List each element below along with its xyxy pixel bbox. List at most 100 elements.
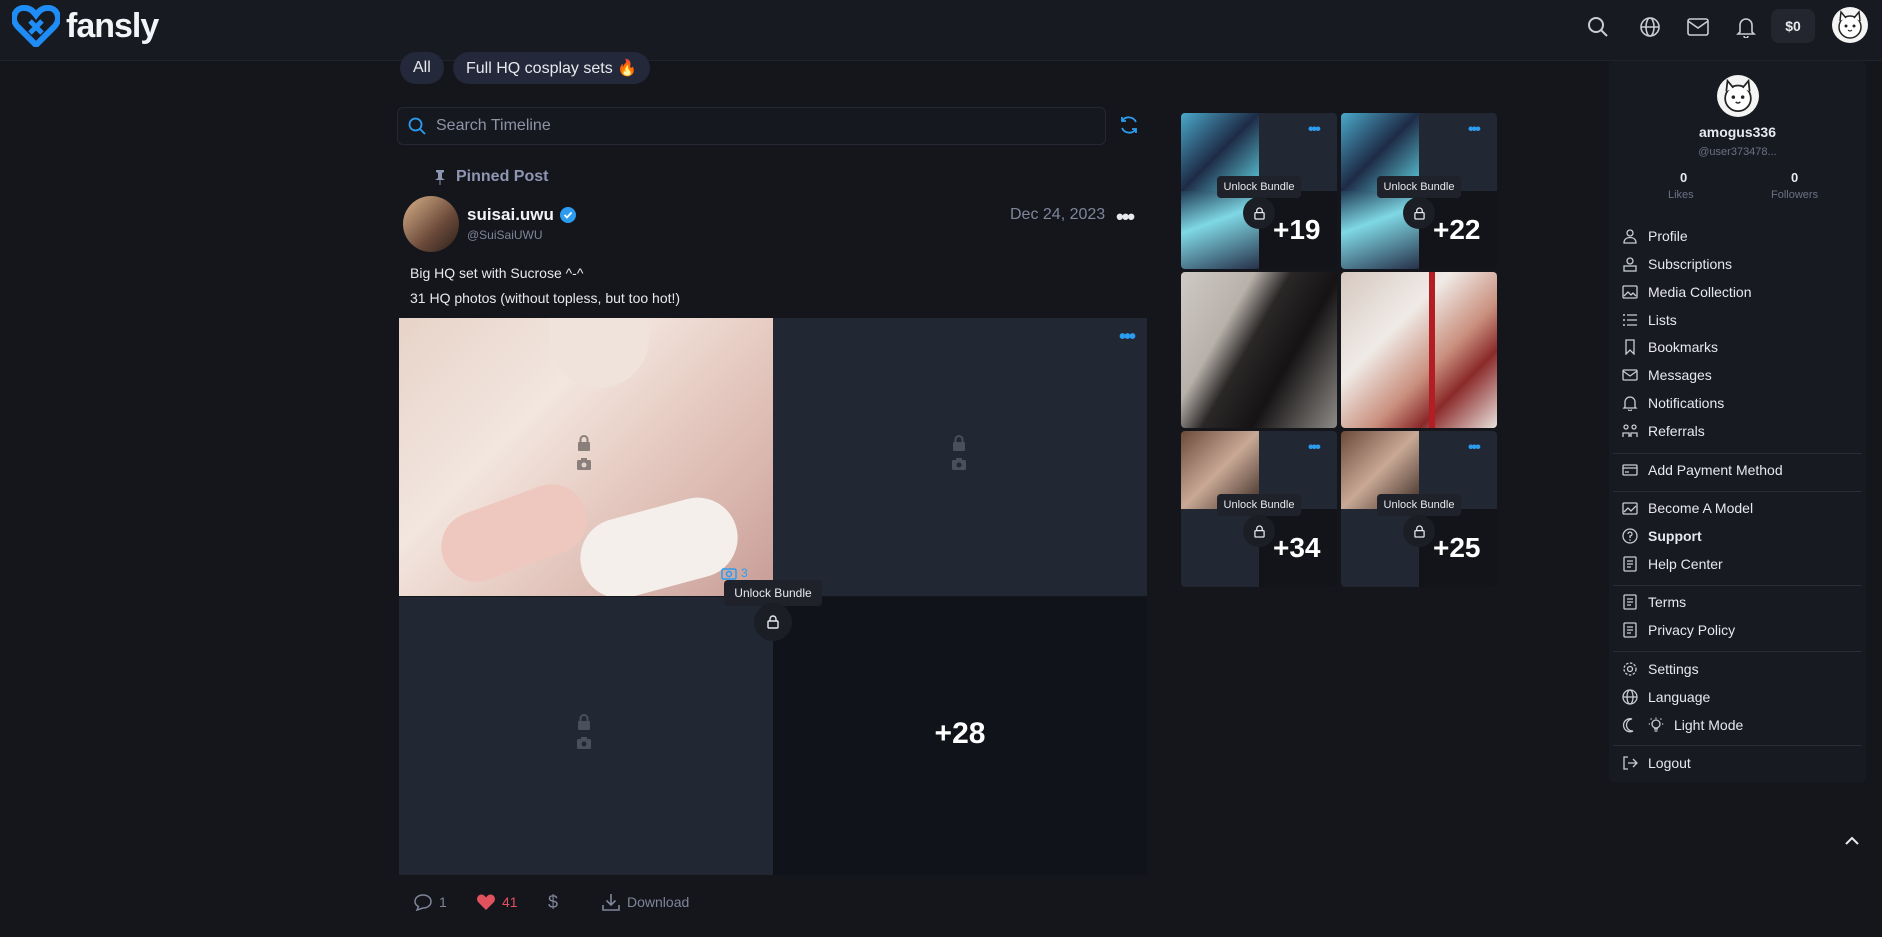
media-more-button[interactable]: ••• [1308,440,1321,456]
menu-language[interactable]: Language [1622,685,1710,709]
panel-username[interactable]: amogus336 [1609,124,1866,140]
post-more-button[interactable]: ••• [1116,204,1135,230]
menu-divider [1613,651,1862,652]
document-icon [1623,622,1637,638]
post-caption: Big HQ set with Sucrose ^-^ 31 HQ photos… [410,261,680,311]
unlock-lock-button[interactable] [754,603,792,641]
menu-become-model[interactable]: Become A Model [1622,496,1753,520]
credit-card-icon [1622,464,1638,476]
download-button[interactable]: Download [601,891,689,913]
brand-name: fansly [66,6,159,45]
scroll-to-top-icon[interactable] [1840,829,1864,853]
media-bundle-card[interactable]: ••• +19 Unlock Bundle [1181,113,1337,269]
media-bundle-card[interactable]: ••• +34 Unlock Bundle [1181,431,1337,587]
menu-terms[interactable]: Terms [1622,590,1686,614]
menu-media-collection[interactable]: Media Collection [1622,280,1752,304]
menu-label: Terms [1648,594,1687,610]
bundle-count-badge: 3 [721,566,748,580]
search-icon [408,117,426,135]
menu-settings[interactable]: Settings [1622,657,1699,681]
media-thumbnail[interactable] [1341,272,1497,428]
media-thumbnail[interactable] [1181,272,1337,428]
menu-lists[interactable]: Lists [1622,308,1677,332]
menu-add-payment[interactable]: Add Payment Method [1622,458,1783,482]
unlock-lock-button[interactable] [1403,197,1435,229]
unlock-bundle-button[interactable]: Unlock Bundle [1217,176,1301,198]
menu-label: Referrals [1648,423,1705,439]
search-input[interactable] [436,117,1076,135]
panel-avatar[interactable] [1717,75,1759,117]
likes-count: 0 [1680,170,1688,185]
menu-logout[interactable]: Logout [1622,751,1691,775]
more-media-count: +25 [1433,532,1481,563]
menu-label: Language [1648,689,1711,705]
menu-label: Bookmarks [1648,339,1719,355]
menu-label: Add Payment Method [1648,462,1783,478]
bell-icon[interactable] [1733,14,1759,40]
menu-subscriptions[interactable]: Subscriptions [1622,252,1732,276]
unlock-lock-button[interactable] [1243,197,1275,229]
brand-logo[interactable]: fansly [12,5,159,47]
wallet-balance-button[interactable]: $0 [1771,9,1815,43]
author-avatar[interactable] [403,196,459,252]
media-more-tile[interactable]: +28 [773,597,1147,875]
timeline-search [397,107,1106,145]
media-bundle-card[interactable]: ••• +25 Unlock Bundle [1341,431,1497,587]
media-more-button[interactable]: ••• [1468,440,1481,456]
media-thumbnail[interactable] [399,318,773,596]
post-date: Dec 24, 2023 [1010,206,1106,223]
search-icon[interactable] [1585,14,1611,40]
pinned-post-text: Pinned Post [456,168,549,185]
menu-messages[interactable]: Messages [1622,363,1712,387]
tip-button[interactable]: $ [548,891,558,913]
media-more-button[interactable]: ••• [1308,122,1321,138]
menu-light-mode-toggle[interactable]: Light Mode [1622,713,1743,737]
cat-avatar-icon [1838,10,1862,39]
unlock-bundle-button[interactable]: Unlock Bundle [1377,494,1461,516]
more-media-count: +22 [1433,214,1481,245]
menu-privacy[interactable]: Privacy Policy [1622,618,1735,642]
like-button[interactable]: 41 [476,891,518,913]
unlock-lock-button[interactable] [1403,515,1435,547]
menu-support[interactable]: Support [1622,524,1702,548]
menu-divider [1613,745,1862,746]
comments-button[interactable]: 1 [413,891,447,913]
menu-divider [1613,491,1862,492]
likes-label: Likes [1668,189,1694,201]
unlock-bundle-button[interactable]: Unlock Bundle [1217,494,1301,516]
camera-icon [721,568,737,580]
image-icon [1622,285,1638,299]
author-handle[interactable]: @SuiSaiUWU [467,228,543,242]
filter-chip-all[interactable]: All [400,52,444,84]
menu-label: Messages [1648,367,1712,383]
menu-notifications[interactable]: Notifications [1622,391,1724,415]
media-locked-tile[interactable] [399,597,773,875]
document-icon [1623,556,1637,572]
download-icon [602,894,620,911]
likes-count: 41 [502,894,518,910]
media-more-button[interactable]: ••• [1468,122,1481,138]
menu-bookmarks[interactable]: Bookmarks [1622,335,1718,359]
media-bundle-card[interactable]: ••• +22 Unlock Bundle [1341,113,1497,269]
menu-referrals[interactable]: Referrals [1622,419,1705,443]
lock-icon [1253,206,1265,220]
globe-icon[interactable] [1637,14,1663,40]
menu-label: Become A Model [1648,500,1754,516]
filter-chip-cosplay-sets[interactable]: Full HQ cosplay sets 🔥 [453,52,651,84]
media-more-button[interactable]: ••• [1119,327,1136,347]
top-bar: fansly $0 [0,0,1882,61]
camera-icon [952,458,966,470]
menu-label: Profile [1648,228,1688,244]
user-avatar[interactable] [1832,7,1868,43]
mail-icon[interactable] [1685,14,1711,40]
menu-help-center[interactable]: Help Center [1622,552,1723,576]
unlock-lock-button[interactable] [1243,515,1275,547]
media-locked-tile[interactable]: ••• [773,318,1147,596]
menu-profile[interactable]: Profile [1622,224,1688,248]
refresh-icon[interactable] [1118,114,1140,136]
referrals-icon [1622,424,1638,437]
unlock-bundle-button[interactable]: Unlock Bundle [1377,176,1461,198]
bell-icon [1622,396,1638,411]
author-name[interactable]: suisai.uwu [467,205,576,225]
menu-label: Support [1648,528,1702,544]
